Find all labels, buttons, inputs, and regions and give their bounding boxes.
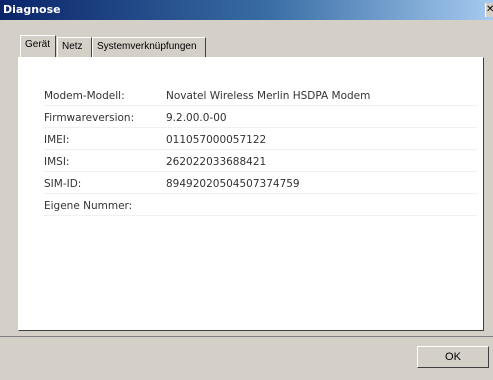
row-divider [44,127,477,128]
field-label: IMSI: [44,156,70,168]
tab-netz[interactable]: Netz [57,37,92,57]
field-label: Firmwareversion: [44,112,135,124]
ok-button[interactable]: OK [417,346,489,368]
field-value: 9.2.00.0-00 [166,112,227,124]
field-row-imsi: IMSI: 262022033688421 [19,153,483,171]
field-value: Novatel Wireless Merlin HSDPA Modem [166,90,371,102]
row-divider [44,215,477,216]
field-value: 89492020504507374759 [166,178,300,190]
row-divider [44,149,477,150]
field-row-modem-model: Modem-Modell: Novatel Wireless Merlin HS… [19,87,483,105]
field-value: 011057000057122 [166,134,267,146]
tab-geraet[interactable]: Gerät [20,35,56,57]
field-label: IMEI: [44,134,70,146]
field-label: SIM-ID: [44,178,82,190]
field-row-firmware: Firmwareversion: 9.2.00.0-00 [19,109,483,127]
tab-systemverknuepfungen[interactable]: Systemverknüpfungen [92,37,206,57]
field-row-imei: IMEI: 011057000057122 [19,131,483,149]
field-row-sim-id: SIM-ID: 89492020504507374759 [19,175,483,193]
footer-divider [0,336,493,337]
field-row-own-number: Eigene Nummer: [19,197,483,215]
field-value: 262022033688421 [166,156,267,168]
window-title: Diagnose [3,3,61,16]
field-label: Eigene Nummer: [44,200,133,212]
tab-panel-geraet: Modem-Modell: Novatel Wireless Merlin HS… [18,57,484,331]
row-divider [44,171,477,172]
close-icon[interactable]: ✕ [485,3,493,17]
diagnose-dialog: Diagnose ✕ Gerät Netz Systemverknüpfunge… [0,0,493,380]
title-bar[interactable]: Diagnose ✕ [0,0,493,20]
field-label: Modem-Modell: [44,90,125,102]
row-divider [44,105,477,106]
row-divider [44,193,477,194]
